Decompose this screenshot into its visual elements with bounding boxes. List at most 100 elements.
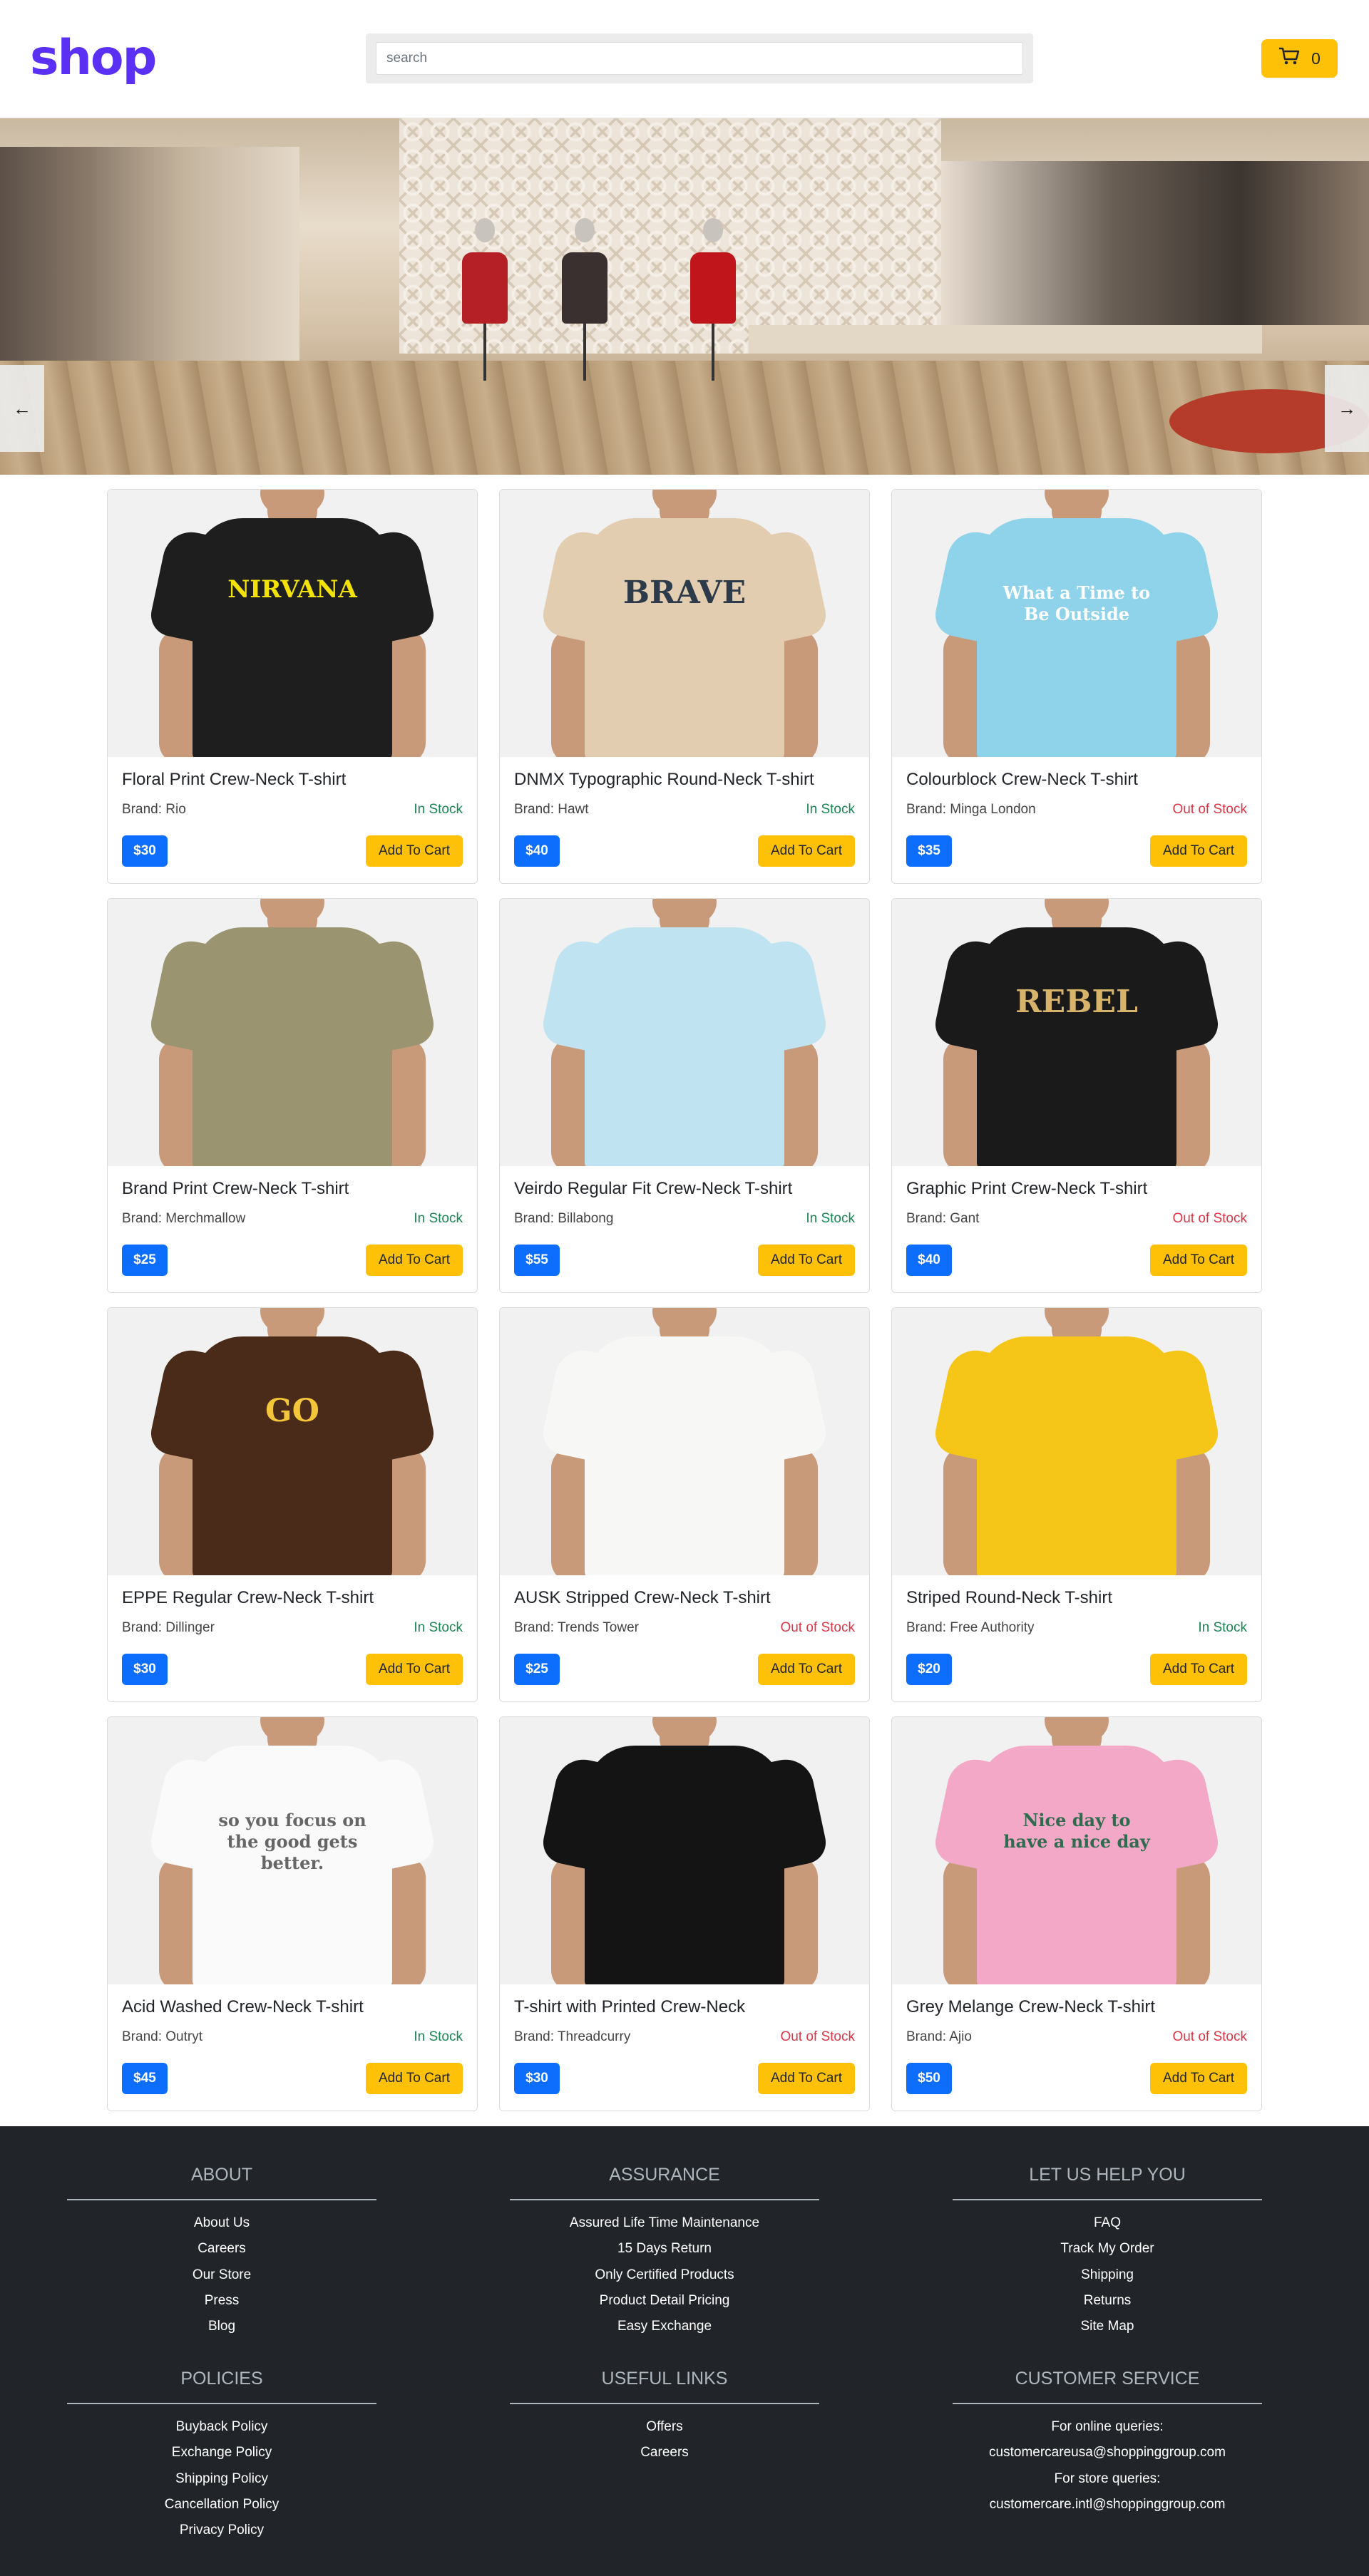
store-queries-email[interactable]: customercare.intl@shoppinggroup.com: [953, 2492, 1262, 2518]
product-brand: Brand: Rio: [122, 802, 186, 817]
product-image[interactable]: Nice day to have a nice day: [892, 1717, 1261, 1984]
product-card[interactable]: NIRVANA Floral Print Crew-Neck T-shirt Bra…: [107, 489, 478, 884]
product-card[interactable]: T-shirt with Printed Crew-Neck Brand: Thr…: [499, 1716, 870, 2111]
product-title[interactable]: EPPE Regular Crew-Neck T-shirt: [122, 1588, 374, 1608]
footer-link-maintenance[interactable]: Assured Life Time Maintenance: [510, 2210, 819, 2236]
product-card[interactable]: Veirdo Regular Fit Crew-Neck T-shirt Bran…: [499, 898, 870, 1293]
shirt-print: BRAVE: [622, 575, 747, 611]
footer-link-offers[interactable]: Offers: [510, 2414, 819, 2440]
product-image[interactable]: [500, 1308, 869, 1575]
footer-link-cancellation[interactable]: Cancellation Policy: [67, 2492, 376, 2518]
add-to-cart-button[interactable]: Add To Cart: [366, 2063, 463, 2094]
product-model-figure: [108, 899, 477, 1166]
add-to-cart-button[interactable]: Add To Cart: [758, 1245, 855, 1276]
product-title[interactable]: Colourblock Crew-Neck T-shirt: [906, 770, 1138, 790]
product-model-figure: REBEL: [892, 899, 1261, 1166]
footer-divider: [510, 2199, 819, 2200]
footer-link-return[interactable]: 15 Days Return: [510, 2236, 819, 2262]
product-title[interactable]: AUSK Stripped Crew-Neck T-shirt: [514, 1588, 771, 1608]
footer-link-blog[interactable]: Blog: [67, 2314, 376, 2339]
product-card[interactable]: Striped Round-Neck T-shirt Brand: Free Au…: [891, 1307, 1262, 1702]
product-image[interactable]: REBEL: [892, 899, 1261, 1166]
footer-heading: LET US HELP YOU: [1029, 2165, 1186, 2185]
product-title[interactable]: Brand Print Crew-Neck T-shirt: [122, 1179, 349, 1199]
product-title[interactable]: Floral Print Crew-Neck T-shirt: [122, 770, 346, 790]
carousel-prev-button[interactable]: ←: [0, 365, 44, 452]
product-title[interactable]: Striped Round-Neck T-shirt: [906, 1588, 1112, 1608]
footer-link-privacy[interactable]: Privacy Policy: [67, 2518, 376, 2543]
shirt-body: [977, 927, 1176, 1166]
product-title[interactable]: Graphic Print Crew-Neck T-shirt: [906, 1179, 1147, 1199]
product-image[interactable]: [500, 1717, 869, 1984]
footer-link-certified[interactable]: Only Certified Products: [510, 2262, 819, 2288]
footer-link-careers-2[interactable]: Careers: [510, 2440, 819, 2466]
add-to-cart-button[interactable]: Add To Cart: [1150, 1654, 1247, 1685]
footer-link-returns[interactable]: Returns: [953, 2288, 1262, 2314]
add-to-cart-button[interactable]: Add To Cart: [1150, 835, 1247, 867]
product-title[interactable]: T-shirt with Printed Crew-Neck: [514, 1997, 745, 2017]
carousel-next-button[interactable]: →: [1325, 365, 1369, 452]
shirt-body: [193, 927, 392, 1166]
search-input[interactable]: [376, 42, 1023, 75]
footer-link-shipping-policy[interactable]: Shipping Policy: [67, 2466, 376, 2492]
product-title[interactable]: DNMX Typographic Round-Neck T-shirt: [514, 770, 814, 790]
stock-status: In Stock: [414, 802, 463, 817]
price-badge: $25: [122, 1245, 168, 1276]
product-image[interactable]: What a Time to Be Outside: [892, 490, 1261, 757]
product-card[interactable]: What a Time to Be Outside Colourblock Cre…: [891, 489, 1262, 884]
footer-policies: POLICIES Buyback Policy Exchange Policy …: [67, 2364, 376, 2543]
product-image[interactable]: BRAVE: [500, 490, 869, 757]
product-card[interactable]: Brand Print Crew-Neck T-shirt Brand: Merc…: [107, 898, 478, 1293]
product-title[interactable]: Acid Washed Crew-Neck T-shirt: [122, 1997, 364, 2017]
add-to-cart-button[interactable]: Add To Cart: [366, 835, 463, 867]
footer-assurance: ASSURANCE Assured Life Time Maintenance …: [510, 2160, 819, 2339]
add-to-cart-button[interactable]: Add To Cart: [366, 1654, 463, 1685]
footer-link-faq[interactable]: FAQ: [953, 2210, 1262, 2236]
product-title[interactable]: Grey Melange Crew-Neck T-shirt: [906, 1997, 1155, 2017]
product-card[interactable]: GO EPPE Regular Crew-Neck T-shirt Brand: D…: [107, 1307, 478, 1702]
footer-link-site-map[interactable]: Site Map: [953, 2314, 1262, 2339]
stock-status: In Stock: [806, 802, 855, 817]
footer-link-exchange-policy[interactable]: Exchange Policy: [67, 2440, 376, 2466]
footer-link-buyback[interactable]: Buyback Policy: [67, 2414, 376, 2440]
footer-link-shipping[interactable]: Shipping: [953, 2262, 1262, 2288]
product-model-figure: NIRVANA: [108, 490, 477, 757]
product-card[interactable]: BRAVE DNMX Typographic Round-Neck T-shirt…: [499, 489, 870, 884]
footer-link-pricing[interactable]: Product Detail Pricing: [510, 2288, 819, 2314]
cart-button[interactable]: 0: [1261, 39, 1338, 78]
footer-divider: [510, 2403, 819, 2404]
footer-link-press[interactable]: Press: [67, 2288, 376, 2314]
product-title[interactable]: Veirdo Regular Fit Crew-Neck T-shirt: [514, 1179, 792, 1199]
product-card[interactable]: so you focus on the good gets better. Aci…: [107, 1716, 478, 2111]
price-badge: $30: [122, 835, 168, 867]
product-model-figure: BRAVE: [500, 490, 869, 757]
add-to-cart-button[interactable]: Add To Cart: [1150, 2063, 1247, 2094]
shirt-print: Nice day to have a nice day: [1003, 1810, 1150, 1852]
product-image[interactable]: [892, 1308, 1261, 1575]
footer-link-track-order[interactable]: Track My Order: [953, 2236, 1262, 2262]
product-image[interactable]: [108, 899, 477, 1166]
product-card[interactable]: REBEL Graphic Print Crew-Neck T-shirt Bran…: [891, 898, 1262, 1293]
site-header: shop 0: [0, 0, 1369, 118]
shop-logo[interactable]: shop: [30, 30, 157, 87]
online-queries-email[interactable]: customercareusa@shoppinggroup.com: [953, 2440, 1262, 2466]
footer-link-our-store[interactable]: Our Store: [67, 2262, 376, 2288]
footer-divider: [67, 2403, 376, 2404]
product-image[interactable]: NIRVANA: [108, 490, 477, 757]
product-card[interactable]: AUSK Stripped Crew-Neck T-shirt Brand: Tr…: [499, 1307, 870, 1702]
add-to-cart-button[interactable]: Add To Cart: [366, 1245, 463, 1276]
add-to-cart-button[interactable]: Add To Cart: [758, 835, 855, 867]
add-to-cart-button[interactable]: Add To Cart: [1150, 1245, 1247, 1276]
product-image[interactable]: GO: [108, 1308, 477, 1575]
footer-link-about-us[interactable]: About Us: [67, 2210, 376, 2236]
shirt-body: [585, 1746, 784, 1984]
add-to-cart-button[interactable]: Add To Cart: [758, 1654, 855, 1685]
stock-status: In Stock: [414, 1211, 463, 1226]
product-image[interactable]: [500, 899, 869, 1166]
footer-link-exchange[interactable]: Easy Exchange: [510, 2314, 819, 2339]
product-image[interactable]: so you focus on the good gets better.: [108, 1717, 477, 1984]
add-to-cart-button[interactable]: Add To Cart: [758, 2063, 855, 2094]
footer-link-careers[interactable]: Careers: [67, 2236, 376, 2262]
product-card[interactable]: Nice day to have a nice day Grey Melange …: [891, 1716, 1262, 2111]
shirt-body: [193, 518, 392, 757]
